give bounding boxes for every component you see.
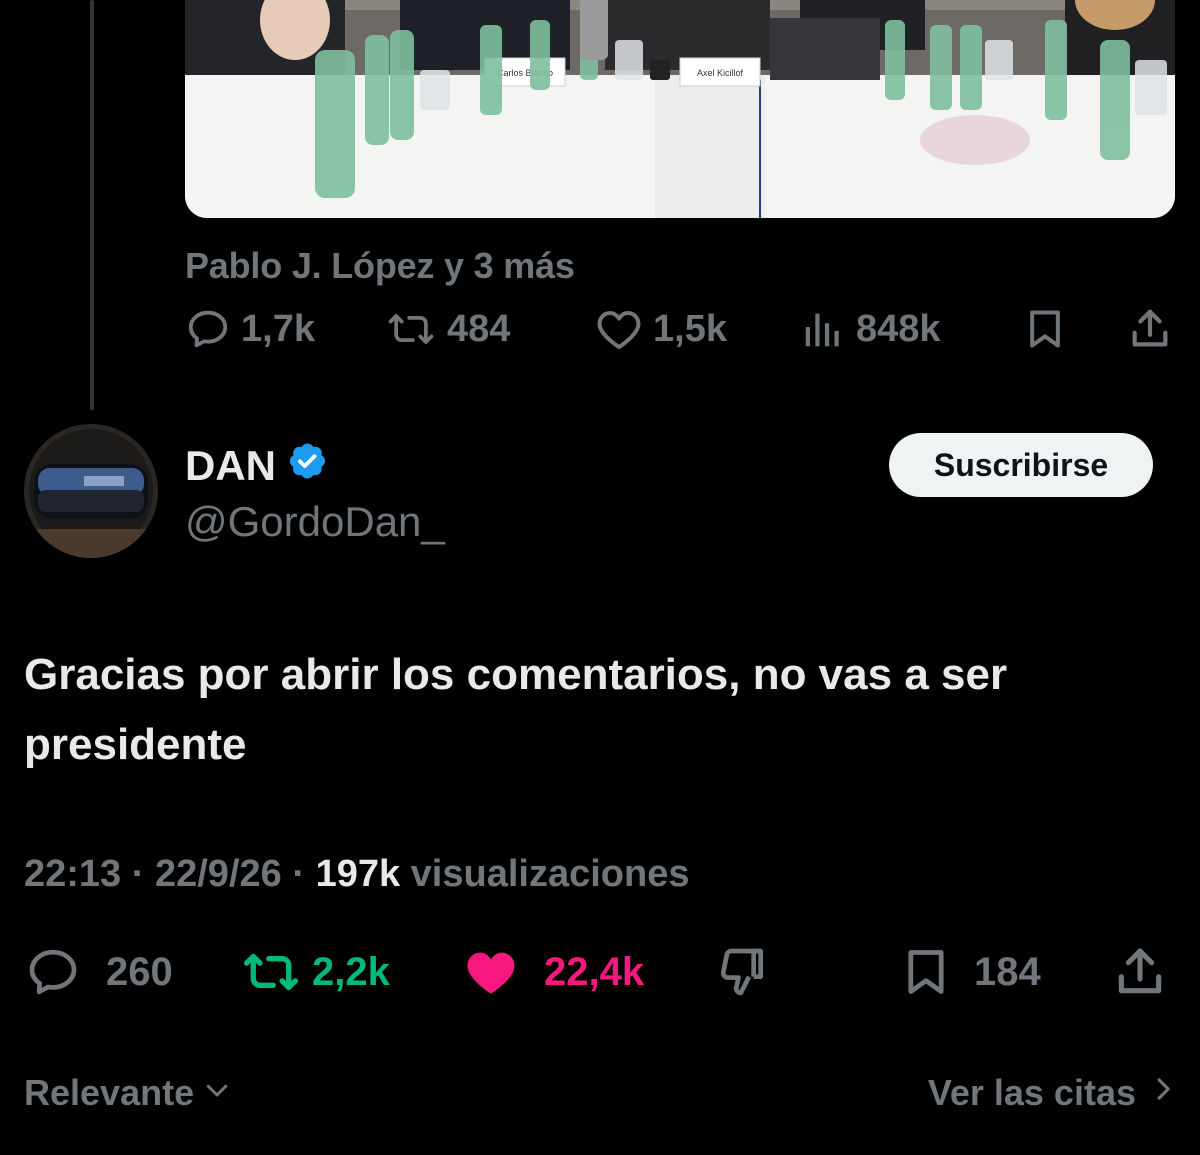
view-quotes-link[interactable]: Ver las citas — [928, 1072, 1176, 1114]
views-count: 848k — [856, 307, 941, 350]
meta-separator: · — [121, 853, 155, 895]
reply-count: 1,7k — [241, 307, 315, 350]
parent-post-actions: 1,7k 484 1,5k 848k — [185, 306, 1175, 356]
like-action[interactable]: 22,4k — [462, 944, 644, 1000]
chevron-down-icon — [202, 1072, 232, 1114]
tweet-meta: 22:13 · 22/9/26 · 197k visualizaciones — [24, 853, 689, 896]
bookmark-icon — [1023, 306, 1067, 352]
verified-badge-icon — [286, 440, 328, 492]
bookmark-action[interactable] — [1023, 306, 1067, 352]
author-name: DAN — [185, 442, 276, 489]
dislike-action[interactable] — [714, 944, 770, 1000]
repost-icon — [385, 306, 437, 352]
like-count: 22,4k — [544, 949, 645, 994]
share-action[interactable] — [1127, 306, 1173, 352]
tweet-actions: 260 2,2k 22,4k 184 — [24, 944, 1184, 1004]
reply-icon — [24, 944, 82, 1000]
reply-icon — [185, 306, 231, 352]
chevron-right-icon — [1150, 1072, 1176, 1114]
repost-action[interactable]: 2,2k — [240, 944, 390, 1000]
repost-action[interactable]: 484 — [385, 306, 510, 352]
tweet-views-label: visualizaciones — [410, 853, 690, 895]
share-icon — [1127, 306, 1173, 352]
tweet-date[interactable]: 22/9/26 — [155, 853, 282, 895]
bookmark-count: 184 — [974, 949, 1041, 994]
reply-action[interactable]: 260 — [24, 944, 173, 1000]
author-name-row[interactable]: DAN — [185, 440, 328, 492]
like-count: 1,5k — [653, 307, 727, 350]
heart-icon — [595, 306, 643, 352]
tweet-views-count: 197k — [315, 853, 401, 895]
author-handle[interactable]: @GordoDan_ — [185, 498, 445, 546]
tagged-people[interactable]: Pablo J. López y 3 más — [185, 245, 575, 287]
heart-icon — [462, 944, 520, 1000]
share-action[interactable] — [1112, 944, 1168, 1000]
post-photo[interactable]: Carlos Bianco Axel Kicillof — [185, 0, 1175, 218]
repost-count: 2,2k — [312, 949, 390, 994]
share-icon — [1112, 944, 1168, 1000]
thumbs-down-icon — [714, 944, 770, 1000]
subscribe-button[interactable]: Suscribirse — [889, 433, 1153, 497]
views-action[interactable]: 848k — [800, 306, 941, 352]
sort-replies-dropdown[interactable]: Relevante — [24, 1072, 232, 1114]
view-quotes-label: Ver las citas — [927, 1072, 1136, 1113]
avatar[interactable] — [24, 424, 158, 558]
reply-count: 260 — [106, 949, 173, 994]
repost-icon — [240, 944, 302, 1000]
bookmark-action[interactable]: 184 — [900, 944, 1041, 1000]
repost-count: 484 — [447, 307, 511, 350]
tweet-text: Gracias por abrir los comentarios, no va… — [24, 650, 1008, 769]
tweet-time[interactable]: 22:13 — [24, 853, 121, 895]
views-icon — [800, 306, 846, 352]
reply-action[interactable]: 1,7k — [185, 306, 315, 352]
like-action[interactable]: 1,5k — [595, 306, 727, 352]
thread-connector-line — [90, 0, 94, 410]
meta-separator: · — [281, 853, 316, 895]
sort-label: Relevante — [24, 1072, 195, 1113]
bookmark-icon — [900, 944, 952, 1000]
name-card-2: Axel Kicillof — [697, 68, 744, 78]
